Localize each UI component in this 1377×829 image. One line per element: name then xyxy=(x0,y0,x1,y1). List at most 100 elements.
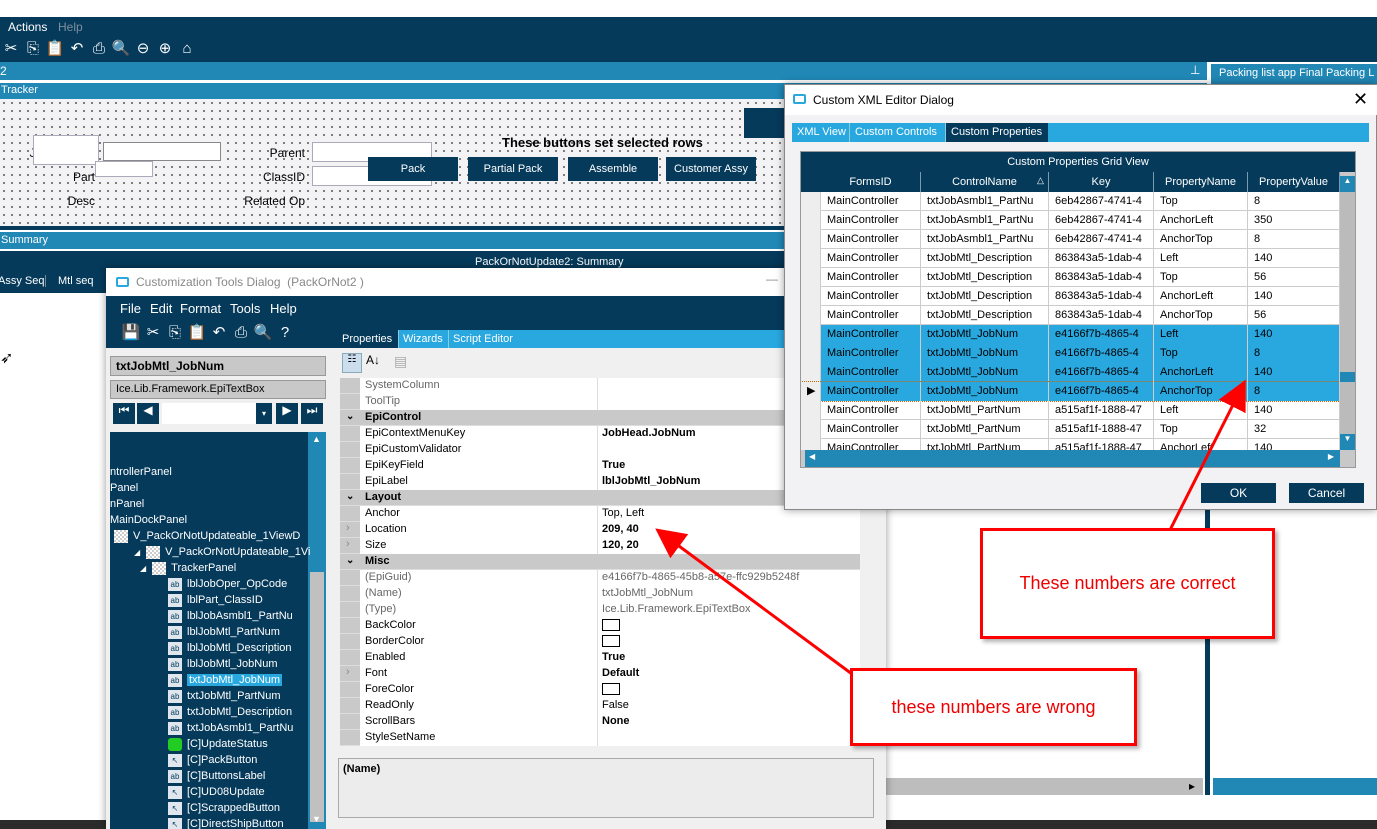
table-cell[interactable]: MainController xyxy=(821,287,921,306)
table-cell[interactable]: Left xyxy=(1154,401,1248,420)
row-selector[interactable] xyxy=(801,344,821,363)
preview-icon[interactable]: 🔍 xyxy=(252,323,274,341)
table-cell[interactable]: 350 xyxy=(1248,211,1340,230)
property-value[interactable] xyxy=(598,682,860,698)
column-header-propertyname[interactable]: PropertyName xyxy=(1154,172,1248,192)
property-value[interactable]: 120, 20 xyxy=(598,538,860,554)
table-row[interactable]: MainController txtJobMtl_JobNum e4166f7b-4… xyxy=(801,363,1340,382)
table-row[interactable]: MainController txtJobMtl_PartNum a515af1f-… xyxy=(801,439,1340,450)
xml-tab-xml-view[interactable]: XML View xyxy=(792,123,850,142)
col-assy-seq[interactable]: Assy Seq xyxy=(0,275,46,287)
preview-icon[interactable]: 🔍 xyxy=(110,39,132,57)
property-row[interactable]: EpiKeyField True xyxy=(340,458,860,474)
table-row[interactable]: MainController txtJobAsmbl1_PartNu 6eb4286… xyxy=(801,211,1340,230)
property-row[interactable]: › Font Default xyxy=(340,666,860,682)
job-number-box-bg[interactable] xyxy=(33,135,99,165)
table-cell[interactable]: txtJobMtl_Description xyxy=(921,249,1049,268)
property-value[interactable] xyxy=(598,618,860,634)
table-cell[interactable]: txtJobAsmbl1_PartNu xyxy=(921,211,1049,230)
property-value[interactable]: 209, 40 xyxy=(598,522,860,538)
alphabetical-sort-icon[interactable]: A↓ xyxy=(366,353,380,367)
property-row[interactable]: ⌄ EpiControl xyxy=(340,410,860,426)
menu-edit[interactable]: Edit xyxy=(150,301,172,316)
table-row[interactable]: MainController txtJobMtl_JobNum e4166f7b-4… xyxy=(801,344,1340,363)
expand-icon[interactable]: › xyxy=(346,538,350,550)
table-cell[interactable]: 6eb42867-4741-4 xyxy=(1049,192,1154,211)
table-cell[interactable]: 140 xyxy=(1248,249,1340,268)
save-icon[interactable]: 💾 xyxy=(120,323,142,341)
tree-item[interactable]: ab lblJobAsmbl1_PartNu xyxy=(168,608,293,624)
table-cell[interactable]: Top xyxy=(1154,420,1248,439)
row-selector[interactable] xyxy=(801,420,821,439)
property-row[interactable]: ⌄ Misc xyxy=(340,554,860,570)
tree-item[interactable]: ◢ V_PackOrNotUpdateable_1Vi xyxy=(134,544,311,560)
expand-icon[interactable]: ◢ xyxy=(140,564,146,573)
hscroll-bottom[interactable]: ▸ xyxy=(885,778,1203,795)
next-record-button[interactable]: ▶ xyxy=(276,403,298,424)
menu-help[interactable]: Help xyxy=(270,301,297,316)
cut-icon[interactable]: ✂ xyxy=(0,39,22,57)
table-cell[interactable]: e4166f7b-4865-4 xyxy=(1049,382,1154,401)
column-header-propertyvalue[interactable]: PropertyValue xyxy=(1248,172,1340,192)
table-cell[interactable]: MainController xyxy=(821,401,921,420)
property-row[interactable]: Anchor Top, Left xyxy=(340,506,860,522)
table-cell[interactable]: txtJobMtl_Description xyxy=(921,287,1049,306)
property-row[interactable]: ScrollBars None xyxy=(340,714,860,730)
table-row[interactable]: MainController txtJobMtl_Description 86384… xyxy=(801,287,1340,306)
property-row[interactable]: BorderColor xyxy=(340,634,860,650)
property-value[interactable]: True xyxy=(598,650,860,666)
property-row[interactable]: StyleSetName xyxy=(340,730,860,746)
property-row[interactable]: (Type) Ice.Lib.Framework.EpiTextBox xyxy=(340,602,860,618)
menu-tools[interactable]: Tools xyxy=(230,301,260,316)
grid-hscroll[interactable]: ◀ ▶ xyxy=(805,450,1340,467)
menu-actions[interactable]: Actions xyxy=(8,20,47,34)
tree-item[interactable]: ◢ TrackerPanel xyxy=(140,560,236,576)
col-mtl-seq[interactable]: Mtl seq xyxy=(58,275,93,287)
table-cell[interactable]: Left xyxy=(1154,249,1248,268)
table-cell[interactable]: txtJobMtl_Description xyxy=(921,306,1049,325)
table-row[interactable]: MainController txtJobMtl_Description 86384… xyxy=(801,306,1340,325)
property-row[interactable]: ToolTip xyxy=(340,394,860,410)
cut-icon[interactable]: ✂ xyxy=(142,323,164,341)
tree-item[interactable]: nPanel xyxy=(110,496,144,512)
part-field[interactable] xyxy=(95,161,153,177)
table-cell[interactable]: MainController xyxy=(821,344,921,363)
customer-assy-button[interactable]: Customer Assy xyxy=(666,157,756,181)
table-cell[interactable]: 863843a5-1dab-4 xyxy=(1049,306,1154,325)
tree-item[interactable]: V_PackOrNotUpdateable_1ViewD xyxy=(114,528,300,544)
property-row[interactable]: › Size 120, 20 xyxy=(340,538,860,554)
tree-scroll-up-icon[interactable]: ▲ xyxy=(312,434,321,444)
table-cell[interactable]: 140 xyxy=(1248,325,1340,344)
tree-item[interactable]: ab [C]ButtonsLabel xyxy=(168,768,265,784)
table-cell[interactable]: MainController xyxy=(821,325,921,344)
table-cell[interactable]: 6eb42867-4741-4 xyxy=(1049,230,1154,249)
tree-scrollbar[interactable] xyxy=(308,432,326,829)
tree-item[interactable]: ab lblJobMtl_PartNum xyxy=(168,624,280,640)
property-value[interactable]: Ice.Lib.Framework.EpiTextBox xyxy=(598,602,860,618)
table-row[interactable]: MainController txtJobAsmbl1_PartNu 6eb4286… xyxy=(801,230,1340,249)
table-cell[interactable]: txtJobMtl_JobNum xyxy=(921,363,1049,382)
row-selector[interactable]: ▶ xyxy=(801,382,821,401)
table-cell[interactable]: 8 xyxy=(1248,230,1340,249)
xml-tab-custom-controls[interactable]: Custom Controls xyxy=(850,123,946,142)
table-cell[interactable]: txtJobMtl_JobNum xyxy=(921,325,1049,344)
pin-icon[interactable]: ⊥ xyxy=(1190,63,1200,77)
property-value[interactable] xyxy=(598,730,860,746)
table-cell[interactable]: 8 xyxy=(1248,192,1340,211)
table-cell[interactable]: MainController xyxy=(821,382,921,401)
table-cell[interactable]: MainController xyxy=(821,211,921,230)
expand-icon[interactable]: › xyxy=(346,666,350,678)
tree-item[interactable]: Panel xyxy=(110,480,138,496)
row-selector[interactable] xyxy=(801,401,821,420)
job-number-field[interactable] xyxy=(103,142,221,161)
tab-wizards[interactable]: Wizards xyxy=(398,330,448,348)
property-row[interactable]: ReadOnly False xyxy=(340,698,860,714)
tab-properties[interactable]: Properties xyxy=(338,330,398,348)
table-cell[interactable]: txtJobMtl_PartNum xyxy=(921,439,1049,450)
row-selector[interactable] xyxy=(801,325,821,344)
property-value[interactable]: e4166f7b-4865-45b8-a57e-ffc929b5248f xyxy=(598,570,860,586)
table-cell[interactable]: AnchorTop xyxy=(1154,306,1248,325)
table-cell[interactable]: MainController xyxy=(821,268,921,287)
copy-icon[interactable]: ⎘ xyxy=(22,40,44,57)
table-cell[interactable]: txtJobMtl_PartNum xyxy=(921,420,1049,439)
